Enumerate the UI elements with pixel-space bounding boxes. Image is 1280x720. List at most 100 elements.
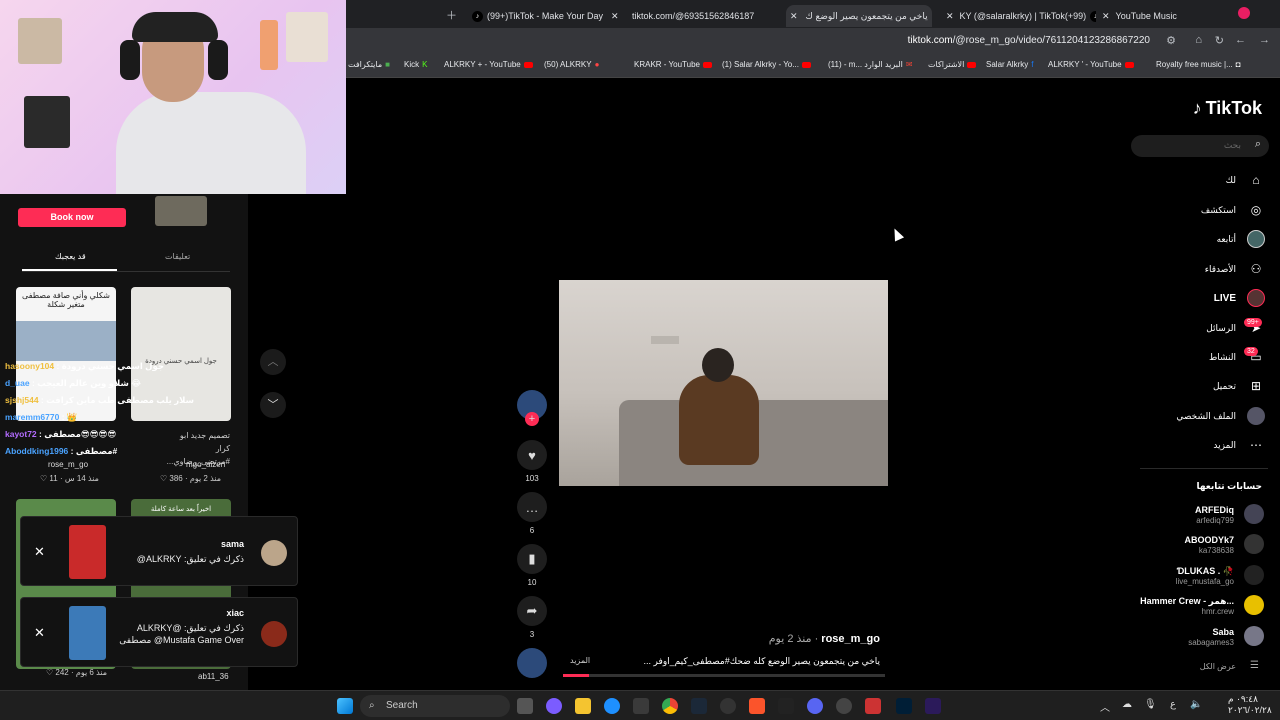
tab-youtube-music[interactable]: ✕ YouTube Music xyxy=(1102,5,1202,27)
save-button[interactable]: ▮ 10 xyxy=(516,544,548,587)
tab-you-may-like[interactable]: قد يعجبك xyxy=(55,252,86,261)
tab-comments[interactable]: تعليقات xyxy=(165,252,190,261)
reload-icon[interactable]: ↻ xyxy=(1215,34,1224,47)
bookmark-kick[interactable]: Kick K xyxy=(404,60,427,69)
store-icon[interactable] xyxy=(633,698,649,714)
notification-toast[interactable]: ✕ sama ذكرك في تعليق: ALKRKY@ xyxy=(20,516,298,586)
nav-activity[interactable]: النشاط xyxy=(1209,352,1236,363)
tab-salaralkrky[interactable]: ✕ KY (@salaralkrky) | TikTok(+99) ♪ xyxy=(946,5,1096,27)
video-player[interactable] xyxy=(559,280,888,486)
profile-avatar[interactable] xyxy=(1238,7,1250,19)
close-icon[interactable]: ✕ xyxy=(1102,11,1110,22)
app-icon[interactable] xyxy=(865,698,881,714)
bookmark-item[interactable]: ALKRKY ' - YouTube xyxy=(1048,60,1134,69)
following-name[interactable]: ARFEDiq xyxy=(1195,505,1234,515)
network-icon[interactable]: ☁ xyxy=(1122,699,1132,710)
book-now-button[interactable]: Book now xyxy=(18,208,126,227)
following-name[interactable]: ƊLUKAS . 🥀 xyxy=(1177,566,1234,577)
follow-plus-icon[interactable]: + xyxy=(525,412,539,426)
capcut-icon[interactable] xyxy=(778,698,794,714)
copilot-icon[interactable] xyxy=(546,698,562,714)
nav-friends[interactable]: الأصدقاء xyxy=(1205,264,1236,275)
following-name[interactable]: Hammer Crew - همر... xyxy=(1140,596,1234,607)
close-icon[interactable]: ✕ xyxy=(34,544,45,560)
bookmark-item[interactable]: ALKRKY + - YouTube xyxy=(444,60,533,69)
nav-live[interactable]: LIVE xyxy=(1214,293,1236,304)
search-icon[interactable]: ⌕ xyxy=(1255,138,1261,151)
new-tab-button[interactable]: ＋ xyxy=(446,7,457,23)
see-all-link[interactable]: عرض الكل xyxy=(1200,662,1236,671)
language-indicator[interactable]: ع xyxy=(1170,699,1176,710)
tiktok-logo[interactable]: ♪ TikTok xyxy=(1193,98,1262,119)
music-disc[interactable] xyxy=(516,648,548,682)
bookmark-item[interactable]: (1) Salar Alkrky - Yo... xyxy=(722,60,811,69)
nav-upload[interactable]: تحميل xyxy=(1213,381,1236,392)
nav-more[interactable]: المزيد xyxy=(1213,440,1236,451)
tab-tiktok-video-2[interactable]: tiktok.com/@69351562846187 xyxy=(632,5,772,27)
site-settings-icon[interactable]: ⚙ xyxy=(1166,34,1176,47)
video-progress-bar[interactable] xyxy=(563,674,885,677)
volume-icon[interactable]: 🔈 xyxy=(1190,699,1202,710)
search-input[interactable]: بحث ⌕ xyxy=(1131,135,1269,157)
file-explorer-icon[interactable] xyxy=(575,698,591,714)
tab-tiktok-home[interactable]: ♪ (99+)TikTok - Make Your Day ✕ xyxy=(468,5,618,27)
next-video-button[interactable]: ﹀ xyxy=(260,392,286,418)
avatar[interactable] xyxy=(1244,565,1264,585)
task-view-icon[interactable] xyxy=(517,698,533,714)
clock[interactable]: ٠٩:٤٨ م ٢٠٢٦/٠٢/٢٨ xyxy=(1228,694,1272,716)
close-icon[interactable]: ✕ xyxy=(611,11,618,22)
settings-icon[interactable] xyxy=(720,698,736,714)
avatar[interactable] xyxy=(1244,504,1264,524)
nav-for-you[interactable]: لك xyxy=(1226,175,1236,186)
video-author[interactable]: rose_m_go · منذ 2 يوم xyxy=(769,632,880,645)
bookmark-item[interactable]: الاشتراكات xyxy=(928,60,977,69)
more-link[interactable]: المزيد xyxy=(570,656,590,665)
close-icon[interactable]: ✕ xyxy=(790,11,798,22)
url-field[interactable]: tiktok.com/@rose_m_go/video/761120412328… xyxy=(908,35,1150,46)
following-name[interactable]: ABOODYk7 xyxy=(1184,535,1234,545)
comment-button[interactable]: … 6 xyxy=(516,492,548,535)
steam-icon[interactable] xyxy=(691,698,707,714)
avatar[interactable] xyxy=(1244,595,1264,615)
forward-icon[interactable]: → xyxy=(1259,34,1270,46)
previous-video-button[interactable]: ︿ xyxy=(260,349,286,375)
mic-icon[interactable]: 🎙 xyxy=(1144,699,1157,710)
card-author[interactable]: rose_m_go xyxy=(48,460,88,469)
nav-messages[interactable]: الرسائل xyxy=(1206,323,1236,334)
nav-profile[interactable]: الملف الشخصي xyxy=(1176,411,1236,422)
avatar[interactable] xyxy=(1244,626,1264,646)
home-icon[interactable]: ⌂ xyxy=(1195,34,1202,46)
notification-toast[interactable]: ✕ xiac ذكرك في تعليق: ALKRKY@ Mustafa Ga… xyxy=(20,597,298,667)
photoshop-icon[interactable] xyxy=(896,698,912,714)
bookmark-item[interactable]: (11) - m... البريد الوارد ✉ xyxy=(828,60,913,69)
card-author[interactable]: mgo_aizen xyxy=(186,460,225,469)
bookmark-item[interactable]: Royalty free music |... ◘ xyxy=(1156,60,1241,69)
chevron-up-icon[interactable]: ︿ xyxy=(1100,699,1110,714)
nav-explore[interactable]: استكشف xyxy=(1201,205,1236,216)
taskbar-search[interactable]: ⌕ Search xyxy=(360,695,510,717)
windows-start-icon[interactable] xyxy=(337,698,353,714)
ad-thumbnail[interactable] xyxy=(155,196,207,226)
close-icon[interactable]: ✕ xyxy=(946,11,954,22)
nav-following[interactable]: أتابعه xyxy=(1217,234,1236,245)
premiere-icon[interactable] xyxy=(925,698,941,714)
tab-current-video[interactable]: ✕ياخي من يتجمعون يصير الوضع ك♪ xyxy=(786,5,932,27)
obs-icon[interactable] xyxy=(836,698,852,714)
bookmark-item[interactable]: مايتكرافت ■ xyxy=(348,60,390,69)
like-button[interactable]: ♥ 103 xyxy=(516,440,548,483)
following-section-title: حسابات تتابعها xyxy=(1196,481,1262,491)
share-button[interactable]: ➦ 3 xyxy=(516,596,548,639)
card-author[interactable]: ab11_36 xyxy=(198,672,229,681)
author-avatar[interactable]: + xyxy=(516,390,548,426)
brave-icon[interactable] xyxy=(749,698,765,714)
bookmark-item[interactable]: KRAKR - YouTube xyxy=(634,60,712,69)
discord-icon[interactable] xyxy=(807,698,823,714)
following-name[interactable]: Saba xyxy=(1212,627,1234,637)
chrome-icon[interactable] xyxy=(662,698,678,714)
edge-icon[interactable] xyxy=(604,698,620,714)
back-icon[interactable]: ← xyxy=(1235,34,1246,46)
close-icon[interactable]: ✕ xyxy=(34,625,45,641)
avatar[interactable] xyxy=(1244,534,1264,554)
bookmark-item[interactable]: (50) ALKRKY ● xyxy=(544,60,599,69)
bookmark-item[interactable]: Salar Alkrky f xyxy=(986,60,1033,69)
